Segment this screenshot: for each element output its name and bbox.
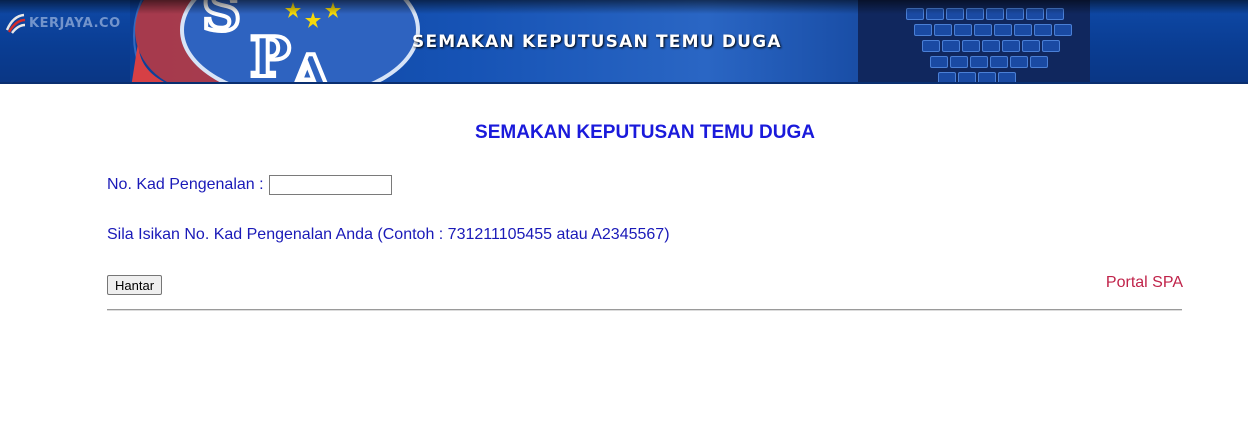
svg-text:P: P [250,25,291,84]
ic-number-label: No. Kad Pengenalan : [107,176,264,193]
ic-number-input[interactable] [268,175,392,195]
submit-button[interactable]: Hantar [107,275,163,295]
header-banner: S P A KERJAYA.CO SEMAKAN KEPUTUSAN TEMU … [0,0,1248,84]
banner-title: SEMAKAN KEPUTUSAN TEMU DUGA [412,32,782,52]
kerjaya-watermark: KERJAYA.CO [4,12,121,34]
watermark-text: KERJAYA.CO [29,15,121,31]
horizontal-divider [107,309,1182,311]
svg-text:A: A [289,43,333,84]
page-title: SEMAKAN KEPUTUSAN TEMU DUGA [475,122,815,143]
kerjaya-logo-icon [5,13,26,34]
ic-hint-text: Sila Isikan No. Kad Pengenalan Anda (Con… [107,226,670,243]
portal-spa-link[interactable]: Portal SPA [1106,274,1183,292]
banner-top-shade [0,0,1248,14]
ic-form-row: No. Kad Pengenalan : [107,175,392,195]
main-content: SEMAKAN KEPUTUSAN TEMU DUGA No. Kad Peng… [0,84,1248,427]
